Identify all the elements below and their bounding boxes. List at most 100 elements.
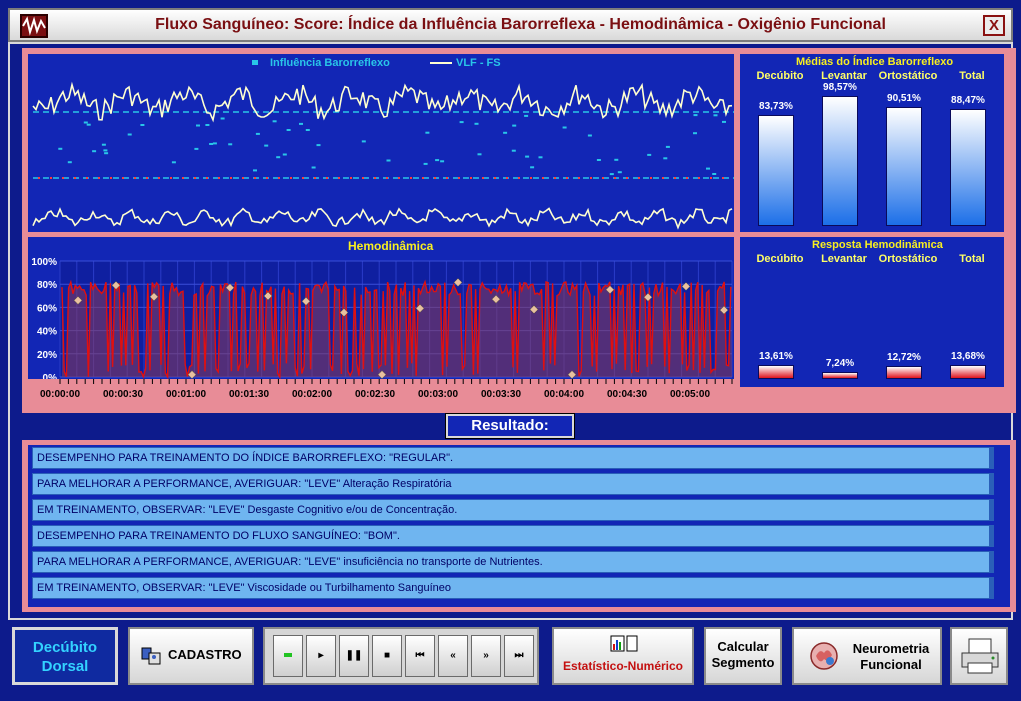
marker-dot (266, 177, 268, 179)
baro-chart-title: Médias do Índice Barorreflexo (796, 56, 954, 68)
marker-dot (554, 177, 556, 179)
baro-point (435, 159, 440, 162)
baro-point (425, 131, 430, 134)
baro-point (101, 143, 106, 146)
marker-dot (134, 177, 136, 179)
skip-forward-button[interactable]: ⏭ (504, 635, 534, 677)
baro-point (92, 150, 97, 153)
bar-3 (950, 365, 986, 379)
baro-point (209, 143, 214, 145)
marker-dot (242, 177, 244, 179)
marker-dot (446, 177, 448, 179)
neurometria-button[interactable]: Neurometria Funcional (792, 627, 942, 685)
printer-icon (959, 637, 1001, 682)
y-tick-label: 80% (37, 280, 57, 291)
bar-1 (822, 95, 858, 226)
marker-dot (590, 177, 592, 179)
rewind-button[interactable]: « (438, 635, 468, 677)
marker-dot (338, 177, 340, 179)
posture-line2: Dorsal (41, 658, 89, 675)
baro-point (712, 173, 717, 175)
marker-dot (182, 177, 184, 179)
print-button[interactable] (950, 627, 1008, 685)
cadastro-button[interactable]: CADASTRO (128, 627, 254, 685)
play-icon: ▸ (318, 650, 324, 661)
marker-dot (158, 177, 160, 179)
baro-point (103, 149, 108, 152)
x-tick-label: 00:00:30 (103, 389, 143, 400)
baro-point (67, 161, 72, 164)
marker-dot (434, 177, 436, 179)
marker-dot (626, 177, 628, 179)
marker-dot (194, 177, 196, 179)
result-panel: DESEMPENHO PARA TREINAMENTO DO ÍNDICE BA… (22, 440, 1016, 612)
marker-dot (506, 177, 508, 179)
neuro-line2: Funcional (860, 657, 922, 672)
resp-chart-title: Resposta Hemodinâmica (812, 239, 943, 251)
stop-button[interactable]: ■ (372, 635, 402, 677)
baro-point (477, 153, 482, 156)
column-label: Levantar (821, 70, 867, 82)
bar-value-label: 13,68% (951, 351, 985, 363)
marker-dot (314, 177, 316, 179)
baro-point (361, 140, 366, 143)
marker-dot (374, 177, 376, 179)
skip-back-button[interactable]: ⏮ (405, 635, 435, 677)
marker-dot (254, 177, 256, 179)
y-tick-label: 40% (37, 327, 57, 338)
column-label: Levantar (821, 253, 867, 265)
marker-dot (638, 177, 640, 179)
bar-1 (822, 371, 858, 379)
chart-icon (610, 635, 640, 658)
play-button[interactable]: ▸ (306, 635, 336, 677)
close-button[interactable]: X (983, 15, 1005, 36)
bar-value-label: 13,61% (759, 351, 793, 363)
result-row: PARA MELHORAR A PERFORMANCE, AVERIGUAR: … (32, 473, 994, 495)
baro-point (706, 167, 710, 170)
fast-forward-icon: » (483, 650, 489, 661)
baro-point (58, 147, 63, 150)
column-label: Ortostático (878, 70, 938, 82)
marker-dot (566, 177, 568, 179)
calcular-segmento-button[interactable]: Calcular Segmento (704, 627, 782, 685)
bar-value-label: 12,72% (887, 352, 921, 364)
baro-point (459, 121, 464, 124)
bar-value-label: 90,51% (887, 92, 921, 104)
baro-point (617, 171, 622, 174)
pause-icon: ❚❚ (345, 650, 363, 661)
marker-dot (218, 177, 220, 179)
baro-point (503, 131, 508, 134)
baro-point (276, 156, 281, 159)
stop-icon: ■ (383, 650, 391, 661)
marker-dot (98, 177, 100, 179)
x-tick-label: 00:02:00 (292, 389, 332, 400)
marker-dot (230, 177, 232, 179)
estatistico-button[interactable]: Estatístico-Numérico (552, 627, 694, 685)
baro-point (311, 166, 316, 169)
y-tick-label: 60% (37, 303, 57, 314)
marker-dot (494, 177, 496, 179)
baro-point (512, 124, 517, 127)
rewind-icon: « (450, 650, 456, 661)
marker-dot (674, 177, 676, 179)
bar-2 (886, 106, 922, 226)
baro-point (386, 159, 391, 162)
record-button[interactable] (273, 635, 303, 677)
marker-dot (710, 177, 712, 179)
x-tick-label: 00:01:00 (166, 389, 206, 400)
x-tick-label: 00:01:30 (229, 389, 269, 400)
app-logo-icon (20, 14, 48, 38)
result-header: Resultado: (445, 413, 575, 439)
pause-button[interactable]: ❚❚ (339, 635, 369, 677)
marker-dot (578, 177, 580, 179)
baro-point (530, 166, 535, 169)
baro-point (474, 122, 479, 125)
estatistico-label: Estatístico-Numérico (562, 659, 684, 673)
result-row: DESEMPENHO PARA TREINAMENTO DO ÍNDICE BA… (32, 447, 994, 469)
posture-indicator[interactable]: Decúbito Dorsal (12, 627, 118, 685)
marker-dot (278, 177, 280, 179)
fast-forward-button[interactable]: » (471, 635, 501, 677)
calcular-line1: Calcular (717, 639, 769, 654)
marker-dot (74, 177, 76, 179)
marker-dot (650, 177, 652, 179)
